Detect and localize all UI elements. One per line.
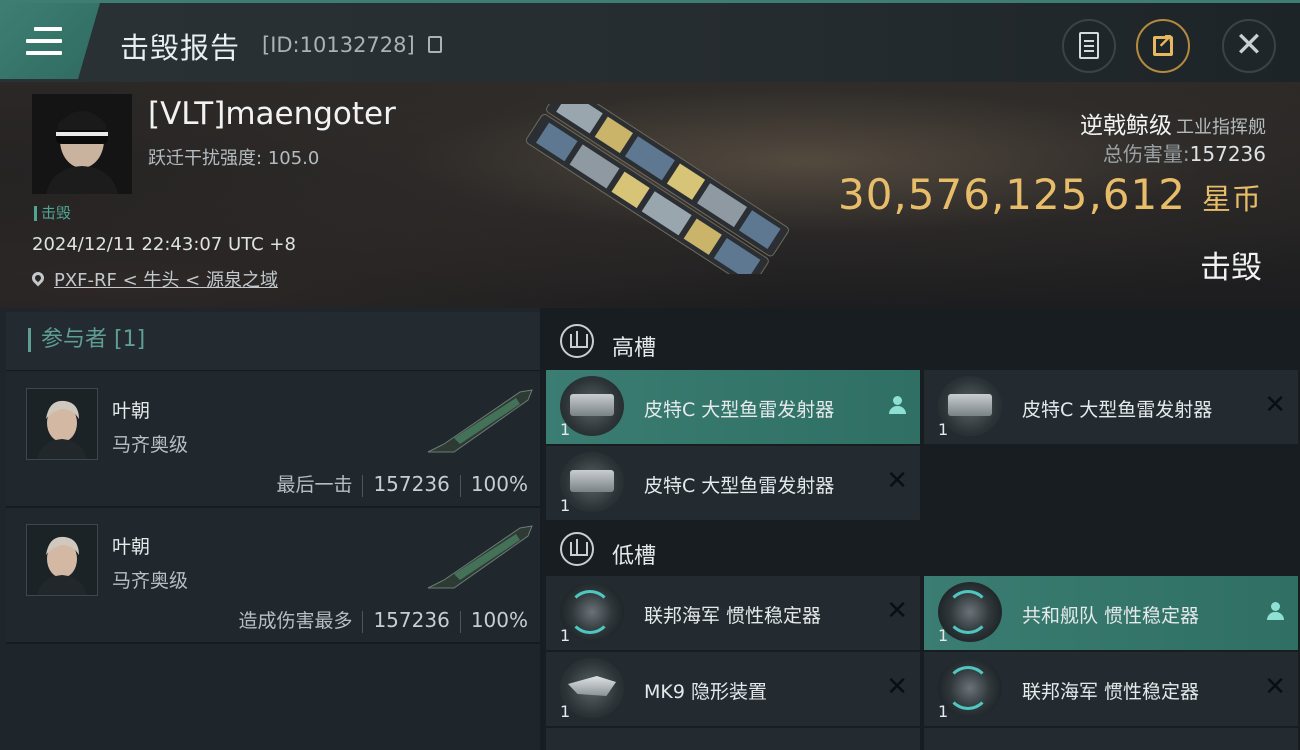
module-item[interactable]: 1 皮特C 大型鱼雷发射器 ✕ (546, 446, 920, 520)
module-name: 联邦海军 惯性稳定器 (1022, 681, 1200, 703)
total-damage-value: 157236 (1189, 142, 1266, 166)
participant-name[interactable]: 叶朝 (112, 532, 150, 559)
participant-ship-image (427, 389, 533, 453)
victim-ship[interactable]: 逆戟鲸级 工业指挥舰 (1080, 106, 1266, 140)
module-quantity: 1 (560, 702, 571, 721)
high-slot-icon (560, 324, 594, 358)
destroyed-x-icon: ✕ (1264, 390, 1286, 420)
user-icon (888, 396, 906, 416)
close-button[interactable]: ✕ (1222, 19, 1276, 73)
destroyed-x-icon: ✕ (886, 596, 908, 626)
module-quantity: 1 (560, 496, 571, 515)
close-icon: ✕ (1234, 25, 1264, 65)
module-name: 联邦海军 惯性稳定器 (644, 605, 822, 627)
module-item-partial[interactable] (546, 728, 920, 750)
low-slot-header: 低槽 (540, 520, 1300, 580)
participant-percent: 100% (470, 472, 528, 496)
document-button[interactable] (1062, 19, 1116, 73)
participant-stats: 造成伤害最多 157236 100% (238, 606, 528, 633)
kill-location[interactable]: PXF-RF < 牛头 < 源泉之域 (29, 266, 278, 292)
isk-value: 30,576,125,612 星币 (838, 170, 1262, 219)
module-item[interactable]: 1 联邦海军 惯性稳定器 ✕ (924, 652, 1298, 726)
participant-row[interactable]: 叶朝 马齐奥级 最后一击 157236 100% (6, 372, 540, 508)
participant-label: 造成伤害最多 (238, 610, 353, 632)
module-item[interactable]: 1 皮特C 大型鱼雷发射器 (546, 370, 920, 444)
isk-amount: 30,576,125,612 (837, 170, 1186, 219)
fitting-panel: 高槽 1 皮特C 大型鱼雷发射器 1 皮特C 大型鱼雷发射器 ✕ 1 皮特C 大… (540, 308, 1300, 750)
report-id: [ID:10132728] (262, 33, 415, 57)
module-item[interactable]: 1 皮特C 大型鱼雷发射器 ✕ (924, 370, 1298, 444)
victim-ship-image (525, 104, 789, 274)
participant-ship: 马齐奥级 (112, 570, 189, 592)
participant-row[interactable]: 叶朝 马齐奥级 造成伤害最多 157236 100% (6, 508, 540, 644)
menu-button[interactable] (0, 3, 100, 79)
participant-stats: 最后一击 157236 100% (276, 470, 528, 497)
participants-panel: 参与者 [1] 叶朝 马齐奥级 最后一击 157236 100% 叶朝 马齐奥级… (0, 308, 540, 750)
destroyed-x-icon: ✕ (1264, 672, 1286, 702)
victim-avatar[interactable] (32, 94, 132, 194)
high-slot-label: 高槽 (612, 336, 657, 361)
page-title: 击毁报告 (120, 31, 241, 65)
module-quantity: 1 (560, 420, 571, 439)
share-button[interactable] (1136, 19, 1190, 73)
location-link[interactable]: PXF-RF < 牛头 < 源泉之域 (54, 270, 278, 291)
module-item[interactable]: 1 MK9 隐形装置 ✕ (546, 652, 920, 726)
participant-label: 最后一击 (276, 474, 353, 496)
kill-tag: 击毁 (34, 206, 71, 221)
module-quantity: 1 (938, 702, 949, 721)
kill-status: 击毁 (1200, 250, 1262, 286)
destroyed-x-icon: ✕ (886, 672, 908, 702)
victim-name[interactable]: [VLT]maengoter (148, 96, 396, 132)
module-name: 皮特C 大型鱼雷发射器 (1022, 399, 1213, 421)
participants-header: 参与者 [1] (6, 312, 540, 371)
participant-avatar[interactable] (26, 388, 98, 460)
user-icon (1266, 602, 1284, 622)
module-name: 皮特C 大型鱼雷发射器 (644, 399, 835, 421)
module-name: 皮特C 大型鱼雷发射器 (644, 475, 835, 497)
low-slot-label: 低槽 (612, 544, 657, 569)
isk-unit: 星币 (1201, 182, 1262, 216)
module-item[interactable]: 1 联邦海军 惯性稳定器 ✕ (546, 576, 920, 650)
total-damage: 总伤害量:157236 (1103, 138, 1266, 167)
copy-icon[interactable] (428, 36, 442, 53)
victim-summary: [VLT]maengoter 跃迁干扰强度: 105.0 击毁 2024/12/… (0, 82, 1300, 308)
kill-datetime: 2024/12/11 22:43:07 UTC +8 (32, 234, 296, 255)
participant-damage: 157236 (373, 472, 450, 496)
participant-ship: 马齐奥级 (112, 434, 189, 456)
location-pin-icon (29, 269, 47, 287)
destroyed-x-icon: ✕ (886, 466, 908, 496)
ship-type: 工业指挥舰 (1176, 117, 1266, 138)
warp-disruption: 跃迁干扰强度: 105.0 (148, 144, 319, 170)
warp-value: 105.0 (267, 148, 320, 169)
module-item[interactable]: 1 共和舰队 惯性稳定器 (924, 576, 1298, 650)
hamburger-icon (26, 27, 62, 63)
document-icon (1079, 32, 1099, 59)
high-slot-header: 高槽 (540, 312, 1300, 372)
low-slot-icon (560, 532, 594, 566)
share-icon (1153, 29, 1174, 56)
module-name: 共和舰队 惯性稳定器 (1022, 605, 1200, 627)
module-name: MK9 隐形装置 (644, 681, 767, 703)
participant-damage: 157236 (373, 608, 450, 632)
participant-name[interactable]: 叶朝 (112, 396, 150, 423)
participant-ship-image (427, 525, 533, 589)
participants-label: 参与者 [1] (28, 328, 145, 352)
participant-avatar[interactable] (26, 524, 98, 596)
module-item-partial[interactable] (924, 728, 1298, 750)
total-damage-label: 总伤害量: (1102, 142, 1190, 166)
participant-percent: 100% (470, 608, 528, 632)
module-quantity: 1 (560, 626, 571, 645)
ship-name: 逆戟鲸级 (1080, 113, 1172, 139)
module-quantity: 1 (938, 420, 949, 439)
module-quantity: 1 (938, 626, 949, 645)
warp-label: 跃迁干扰强度: (148, 148, 263, 169)
top-bar: 击毁报告 [ID:10132728] ✕ (0, 0, 1300, 85)
